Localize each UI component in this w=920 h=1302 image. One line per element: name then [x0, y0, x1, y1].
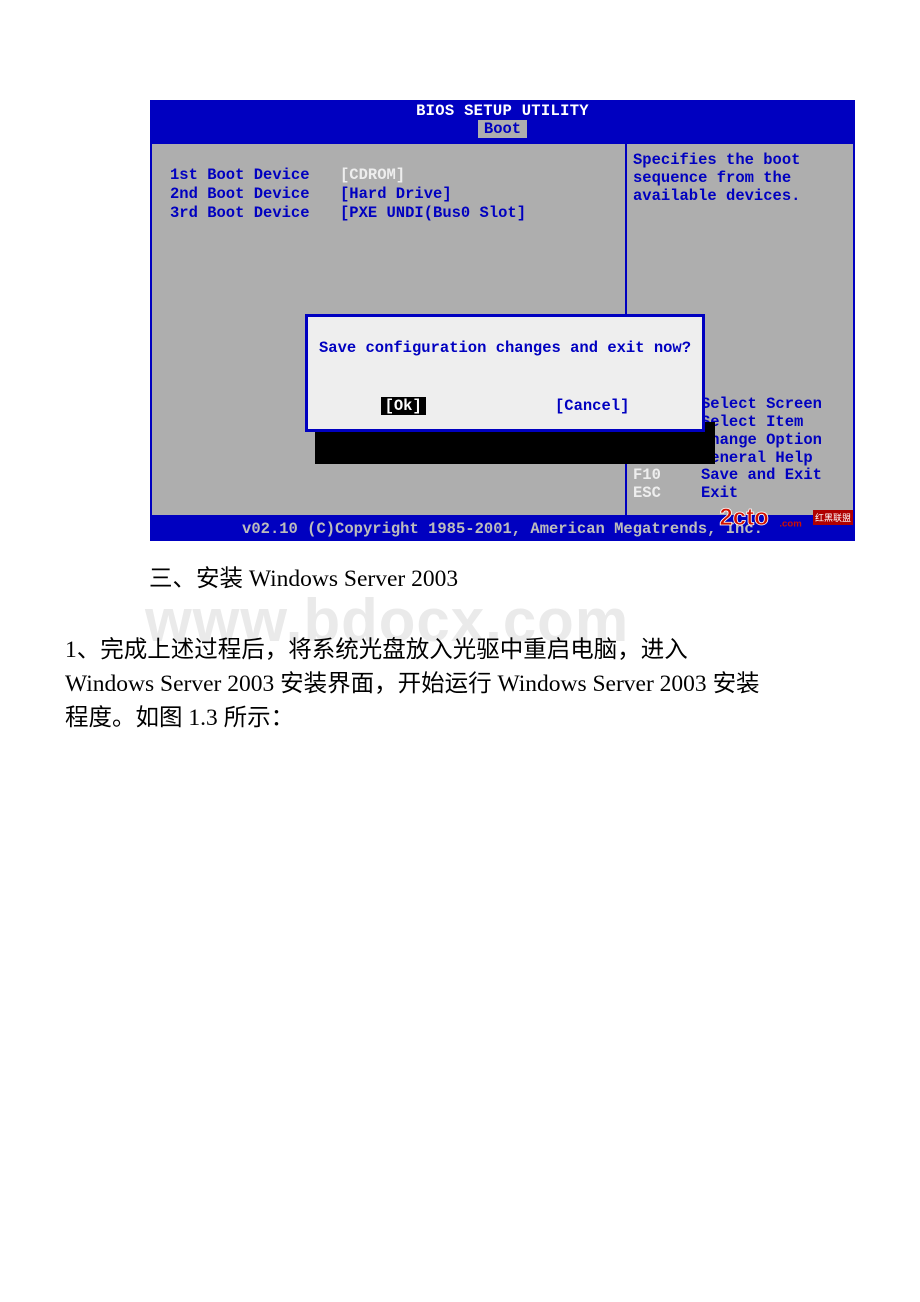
- cancel-button[interactable]: [Cancel]: [555, 397, 629, 415]
- bios-screenshot: BIOS SETUP UTILITY Boot 1st Boot Device …: [150, 100, 855, 541]
- boot-row-label: 3rd Boot Device: [170, 204, 340, 222]
- help-line: sequence from the: [633, 170, 847, 188]
- legend-desc: Select Screen: [701, 396, 822, 414]
- help-line: Specifies the boot: [633, 152, 847, 170]
- boot-row-3[interactable]: 3rd Boot Device [PXE UNDI(Bus0 Slot]: [170, 204, 615, 222]
- boot-row-label: 1st Boot Device: [170, 166, 340, 184]
- svg-text:.com: .com: [779, 519, 801, 530]
- svg-text:2cto: 2cto: [719, 504, 768, 531]
- para-latin: 1.3: [188, 705, 223, 731]
- boot-row-value: [Hard Drive]: [340, 185, 452, 203]
- page: BIOS SETUP UTILITY Boot 1st Boot Device …: [0, 0, 920, 735]
- help-text: Specifies the boot sequence from the ava…: [633, 152, 847, 205]
- bios-tab-boot[interactable]: Boot: [478, 120, 527, 138]
- 2cto-logo-icon: 2cto .com: [717, 501, 813, 533]
- help-line: available devices.: [633, 188, 847, 206]
- section-heading: 三、安装 Windows Server 2003: [149, 559, 855, 593]
- bios-tab-row: Boot: [150, 120, 855, 142]
- heading-latin: Windows Server 2003: [249, 566, 458, 592]
- legend-desc: Save and Exit: [701, 467, 822, 485]
- body-paragraph: 1、完成上述过程后，将系统光盘放入光驱中重启电脑，进入 Windows Serv…: [65, 633, 855, 735]
- para-latin: Windows Server 2003: [497, 671, 712, 697]
- boot-row-value: [PXE UNDI(Bus0 Slot]: [340, 204, 526, 222]
- para-cn: 安装: [713, 671, 760, 697]
- para-cn: 安装界面，开始运行: [280, 671, 497, 697]
- bios-body: 1st Boot Device [CDROM] 2nd Boot Device …: [150, 142, 855, 517]
- boot-row-2[interactable]: 2nd Boot Device [Hard Drive]: [170, 185, 615, 203]
- bios-window: BIOS SETUP UTILITY Boot 1st Boot Device …: [150, 100, 855, 541]
- para-cn: 程度。如图: [65, 705, 188, 731]
- para-line-2: Windows Server 2003 安装界面，开始运行 Windows Se…: [65, 667, 855, 701]
- boot-row-label: 2nd Boot Device: [170, 185, 340, 203]
- boot-order-list: 1st Boot Device [CDROM] 2nd Boot Device …: [170, 166, 615, 223]
- watermark-badge: 红黑联盟: [813, 510, 853, 525]
- legend-desc: Change Option: [701, 432, 822, 450]
- ok-button[interactable]: [Ok]: [381, 397, 426, 415]
- legend-key: F10: [633, 467, 701, 485]
- para-line-3: 程度。如图 1.3 所示：: [65, 701, 855, 735]
- bios-title: BIOS SETUP UTILITY: [150, 100, 855, 120]
- dialog-question: Save configuration changes and exit now?: [308, 317, 702, 387]
- heading-cn: 三、安装: [149, 566, 249, 592]
- dialog-buttons: [Ok] [Cancel]: [308, 387, 702, 429]
- legend-key: ESC: [633, 485, 701, 503]
- image-watermark-logo: 2cto .com 红黑联盟: [717, 501, 853, 533]
- save-exit-dialog: Save configuration changes and exit now?…: [305, 314, 705, 432]
- para-latin: Windows Server 2003: [65, 671, 280, 697]
- legend-row: F10 Save and Exit: [633, 467, 847, 485]
- legend-desc: General Help: [701, 450, 813, 468]
- boot-row-value: [CDROM]: [340, 166, 405, 184]
- para-line-1: 1、完成上述过程后，将系统光盘放入光驱中重启电脑，进入: [65, 633, 855, 667]
- boot-row-1[interactable]: 1st Boot Device [CDROM]: [170, 166, 615, 184]
- para-cn: 所示：: [224, 705, 295, 731]
- legend-desc: Select Item: [701, 414, 803, 432]
